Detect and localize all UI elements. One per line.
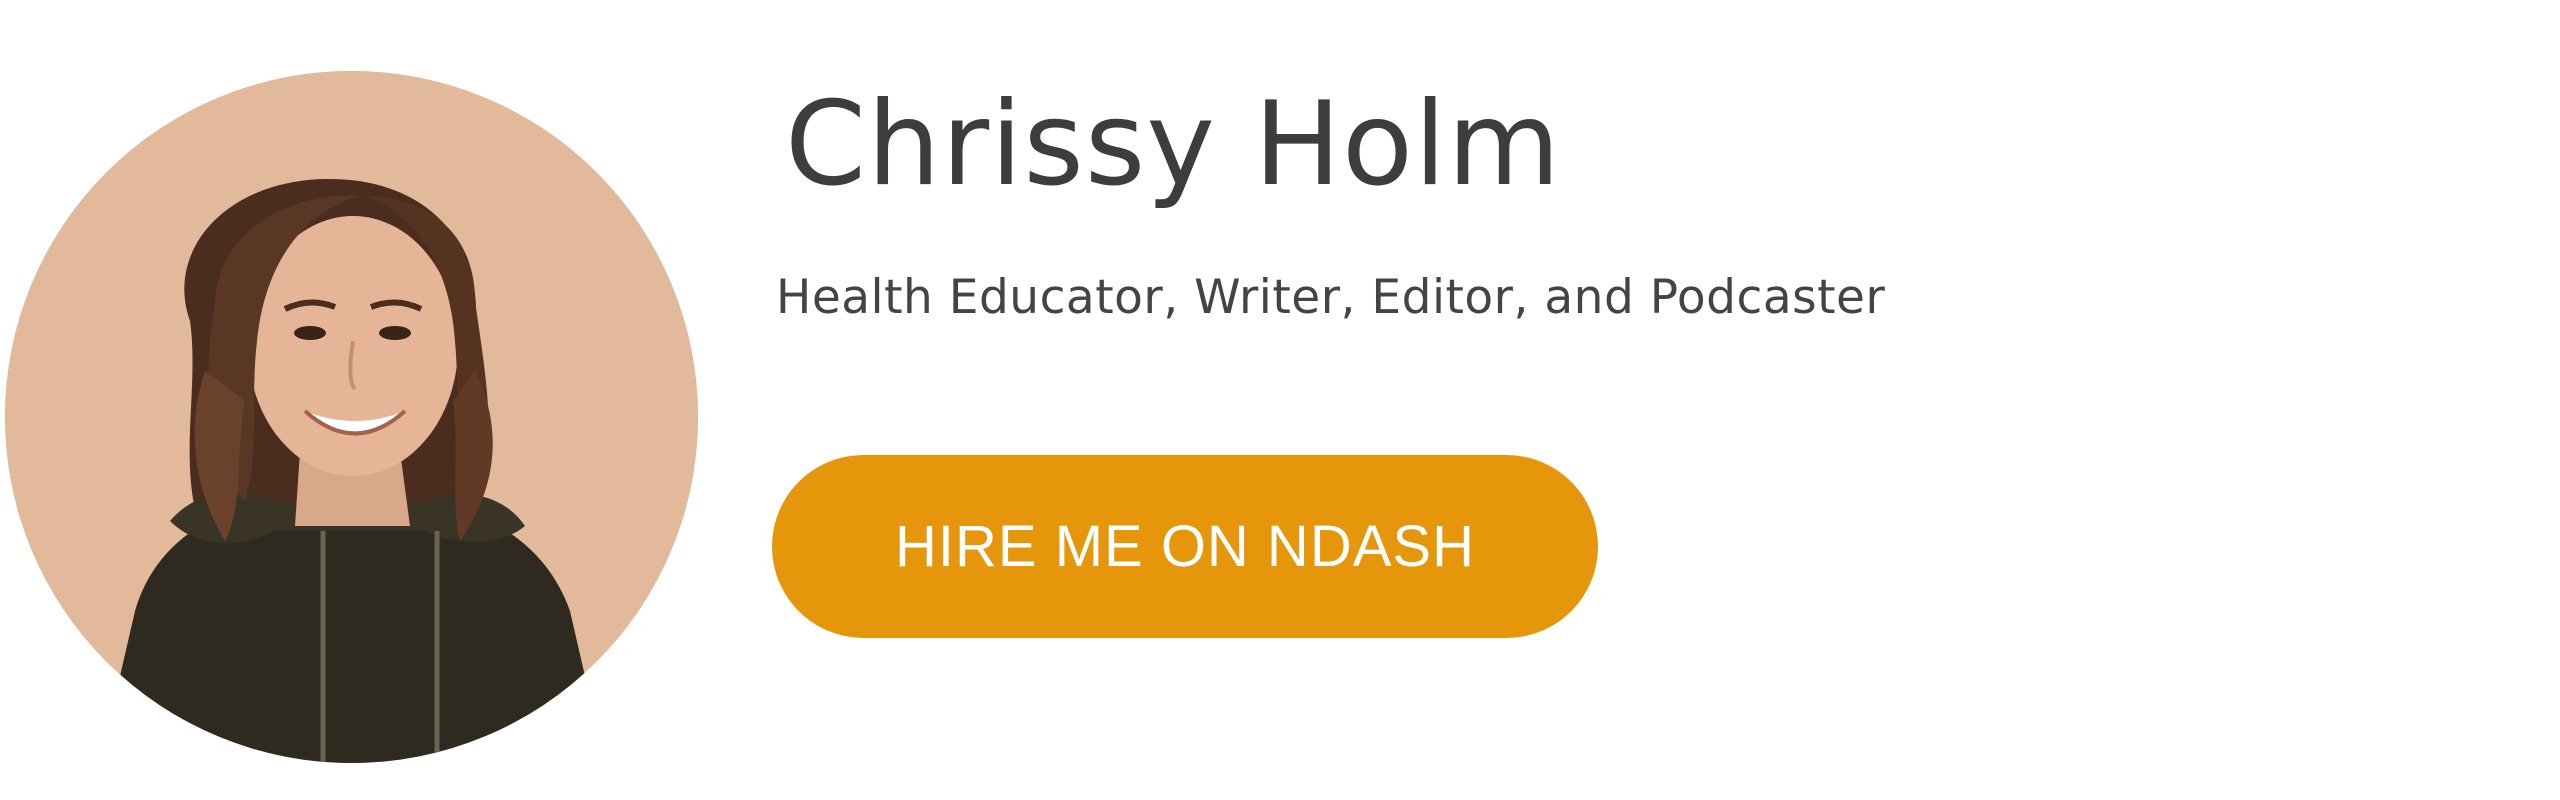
profile-photo <box>5 71 698 763</box>
profile-tagline: Health Educator, Writer, Editor, and Pod… <box>776 270 1886 325</box>
profile-name: Chrissy Holm <box>785 77 1562 212</box>
avatar <box>5 71 698 763</box>
hire-me-button[interactable]: HIRE ME ON NDASH <box>772 455 1598 638</box>
profile-card: Chrissy Holm Health Educator, Writer, Ed… <box>0 0 2560 800</box>
